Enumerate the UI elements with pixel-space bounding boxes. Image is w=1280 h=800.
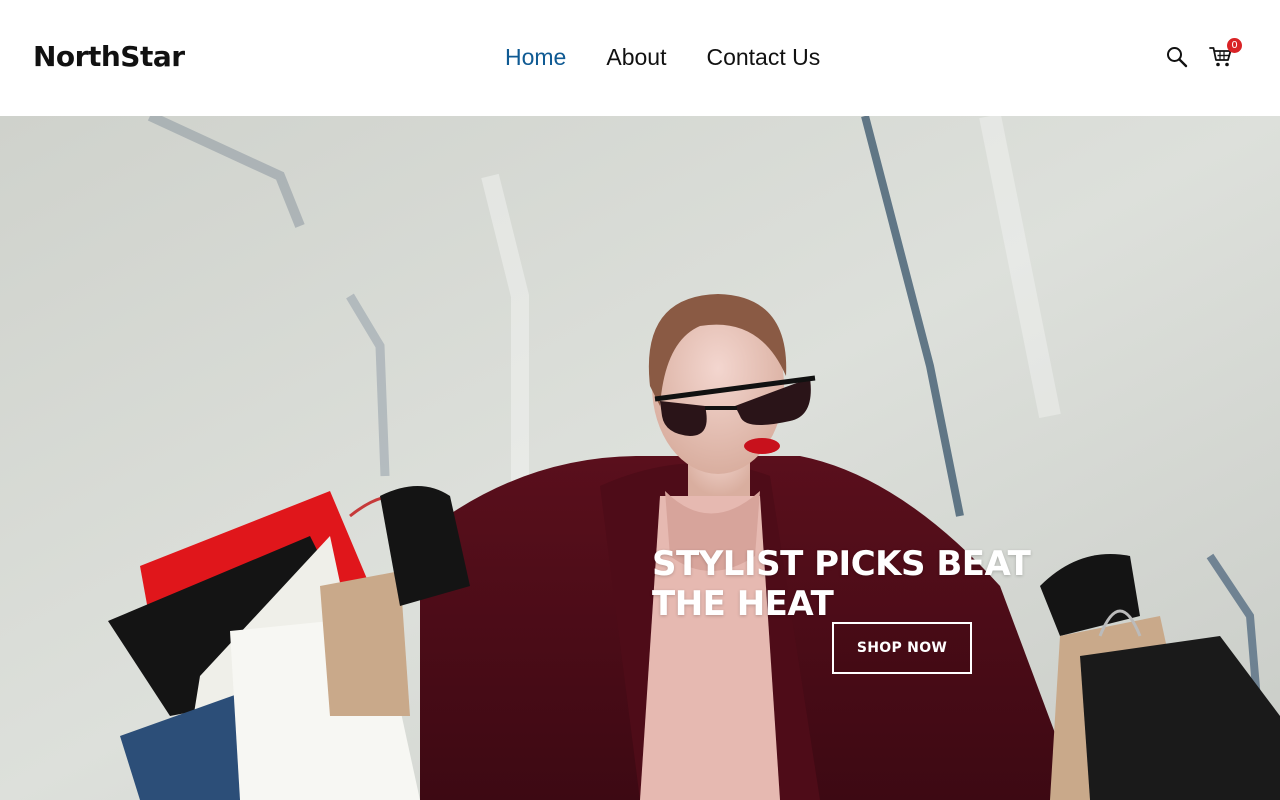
search-icon[interactable] xyxy=(1165,44,1189,70)
hero-title: STYLIST PICKS BEAT THE HEAT xyxy=(652,544,1031,624)
site-logo[interactable]: NorthStar xyxy=(33,40,185,73)
cart-button[interactable]: 0 xyxy=(1209,38,1242,70)
nav-item-home[interactable]: Home xyxy=(505,44,566,71)
site-header: NorthStar Home About Contact Us 0 xyxy=(0,0,1280,116)
nav-item-contact-us[interactable]: Contact Us xyxy=(706,44,820,71)
hero-image xyxy=(0,116,1280,800)
header-icons: 0 xyxy=(1165,38,1242,70)
shop-now-button[interactable]: SHOP NOW xyxy=(832,622,972,674)
nav-item-about[interactable]: About xyxy=(606,44,666,71)
cart-count-badge: 0 xyxy=(1227,38,1242,53)
main-nav: Home About Contact Us xyxy=(505,44,820,71)
hero-banner: STYLIST PICKS BEAT THE HEAT SHOP NOW xyxy=(0,116,1280,800)
